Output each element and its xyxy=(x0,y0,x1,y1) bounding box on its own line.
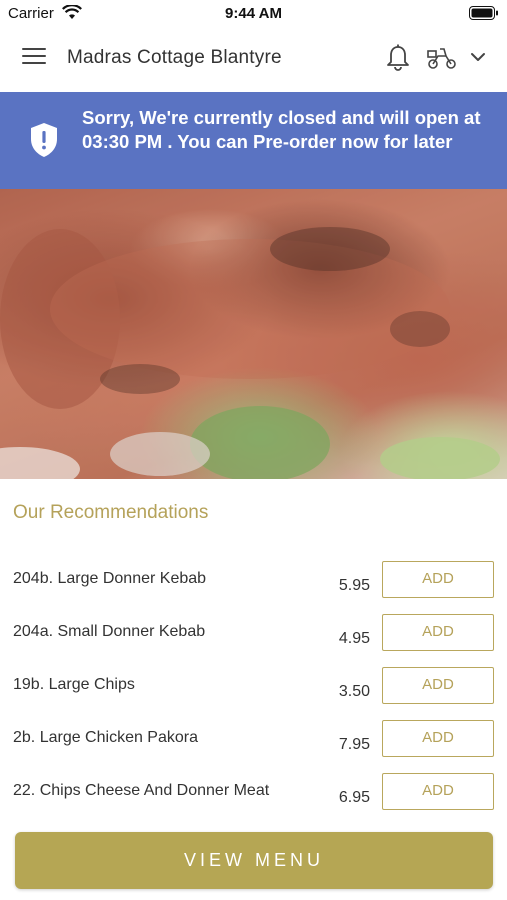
item-name: 204b. Large Donner Kebab xyxy=(13,570,207,587)
item-price: 5.95 xyxy=(338,577,370,594)
add-button[interactable]: ADD xyxy=(382,561,494,598)
add-button[interactable]: ADD xyxy=(382,720,494,757)
menu-icon[interactable] xyxy=(22,48,46,70)
clock-time: 9:44 AM xyxy=(225,5,282,22)
item-price: 7.95 xyxy=(338,736,370,753)
closed-message: Sorry, We're currently closed and will o… xyxy=(82,107,481,152)
chevron-down-icon[interactable] xyxy=(470,50,486,68)
item-price: 4.95 xyxy=(338,630,370,647)
list-item: 22. Chips Cheese And Donner Meat 6.95 AD… xyxy=(0,773,507,835)
status-bar: Carrier 9:44 AM xyxy=(0,0,507,28)
scooter-icon[interactable] xyxy=(426,46,458,75)
item-name: 22. Chips Cheese And Donner Meat xyxy=(13,782,270,799)
item-name: 19b. Large Chips xyxy=(13,676,135,693)
item-price: 3.50 xyxy=(338,683,370,700)
shield-icon xyxy=(29,122,59,163)
item-price: 6.95 xyxy=(338,789,370,806)
item-name: 2b. Large Chicken Pakora xyxy=(13,729,198,746)
app-header: Madras Cottage Blantyre xyxy=(0,28,507,92)
add-button[interactable]: ADD xyxy=(382,773,494,810)
view-menu-button[interactable]: VIEW MENU xyxy=(15,832,493,889)
add-button[interactable]: ADD xyxy=(382,614,494,651)
add-button[interactable]: ADD xyxy=(382,667,494,704)
bell-icon[interactable] xyxy=(385,44,411,77)
closed-notice-banner: Sorry, We're currently closed and will o… xyxy=(0,92,507,189)
battery-icon xyxy=(469,6,499,25)
recommendations-title: Our Recommendations xyxy=(13,502,209,523)
hero-food-image xyxy=(0,189,507,479)
restaurant-title: Madras Cottage Blantyre xyxy=(67,47,282,68)
item-name: 204a. Small Donner Kebab xyxy=(13,623,206,640)
